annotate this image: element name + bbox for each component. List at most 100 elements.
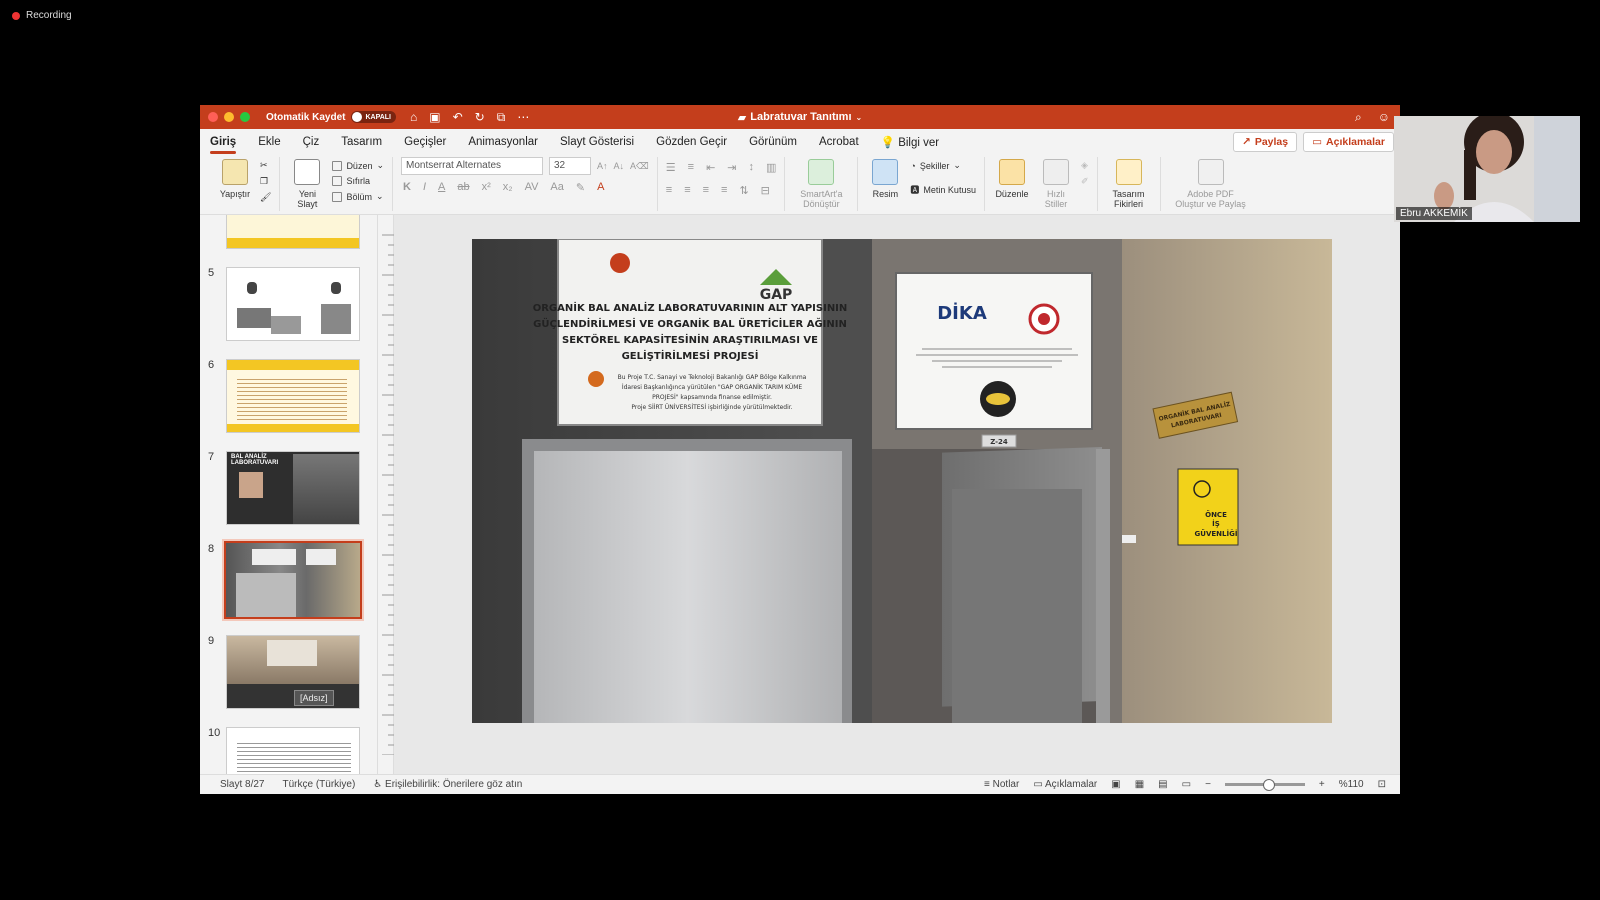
tab-ekle[interactable]: Ekle xyxy=(258,132,280,152)
font-color-icon[interactable]: A xyxy=(597,181,604,194)
new-slide-button[interactable]: Yeni Slayt xyxy=(288,157,326,209)
maximize-window-icon[interactable] xyxy=(240,112,250,122)
more-icon[interactable]: ⋯ xyxy=(517,110,529,125)
tab-acrobat[interactable]: Acrobat xyxy=(819,132,859,152)
tab-giris[interactable]: Giriş xyxy=(210,132,237,154)
slide-canvas[interactable]: ORGANİK BAL ANALİZ LABORATUVARININ ALT Y… xyxy=(394,215,1400,774)
cut-icon[interactable]: ✂ xyxy=(260,160,271,171)
tab-gozden-gecir[interactable]: Gözden Geçir xyxy=(656,132,727,152)
font-name-select[interactable]: Montserrat Alternates xyxy=(401,157,543,175)
zoom-out-icon[interactable]: − xyxy=(1205,779,1211,790)
sign-line-2: GÜÇLENDİRİLMESİ VE ORGANİK BAL ÜRETİCİLE… xyxy=(533,316,847,330)
redo-icon[interactable]: ↻ xyxy=(475,110,485,125)
status-right: ≡ Notlar ▭ Açıklamalar ▣ ▦ ▤ ▭ − + %110 … xyxy=(984,779,1386,791)
italic-icon[interactable]: I xyxy=(423,181,426,194)
increase-indent-icon[interactable]: ⇥ xyxy=(727,161,736,174)
quick-styles-button[interactable]: Hızlı Stiller xyxy=(1037,157,1075,209)
reading-view-icon[interactable]: ▤ xyxy=(1158,779,1167,790)
zoom-in-icon[interactable]: + xyxy=(1319,779,1325,790)
tab-ciz[interactable]: Çiz xyxy=(303,132,320,152)
shrink-font-icon[interactable]: A↓ xyxy=(614,161,625,171)
save-icon[interactable]: ▣ xyxy=(429,110,440,125)
tell-me[interactable]: 💡 Bilgi ver xyxy=(881,131,939,153)
align-text-icon[interactable]: ⊟ xyxy=(761,184,770,197)
zoom-slider[interactable] xyxy=(1224,779,1305,791)
tab-animasyonlar[interactable]: Animasyonlar xyxy=(468,132,538,152)
comments-button[interactable]: ▭ Açıklamalar xyxy=(1303,132,1394,152)
autosave-toggle[interactable]: KAPALI xyxy=(351,111,397,123)
reset-button[interactable]: Sıfırla xyxy=(332,176,384,186)
subscript-icon[interactable]: x₂ xyxy=(503,181,513,194)
layout-button[interactable]: Düzen ⌄ xyxy=(332,160,384,171)
slide-thumbnail-4[interactable] xyxy=(226,215,360,249)
slide-thumbnail-5[interactable] xyxy=(226,267,360,341)
shape-fill-icon[interactable]: ◈ xyxy=(1081,160,1089,171)
tab-tasarim[interactable]: Tasarım xyxy=(341,132,382,152)
tab-slayt-gosterisi[interactable]: Slayt Gösterisi xyxy=(560,132,634,152)
slide-thumbnail-10[interactable] xyxy=(226,727,360,774)
normal-view-icon[interactable]: ▣ xyxy=(1111,779,1120,790)
align-right-icon[interactable]: ≡ xyxy=(703,184,709,197)
undo-icon[interactable]: ↶ xyxy=(453,110,463,125)
align-left-icon[interactable]: ≡ xyxy=(666,184,672,197)
smartart-button[interactable]: SmartArt'a Dönüştür xyxy=(793,157,849,209)
slide-thumbnail-7[interactable]: BAL ANALİZ LABORATUVARI xyxy=(226,451,360,525)
copy-icon[interactable]: ❐ xyxy=(260,176,271,187)
document-title[interactable]: ▰ Labratuvar Tanıtımı ⌄ xyxy=(738,111,862,124)
share-button[interactable]: ↗ Paylaş xyxy=(1233,132,1298,152)
present-icon[interactable]: ⧉ xyxy=(497,110,506,125)
slide-thumbnail-9[interactable] xyxy=(226,635,360,709)
char-spacing-icon[interactable]: AV xyxy=(525,181,539,194)
decrease-indent-icon[interactable]: ⇤ xyxy=(706,161,715,174)
arrange-button[interactable]: Düzenle xyxy=(993,157,1031,199)
language-indicator[interactable]: Türkçe (Türkiye) xyxy=(282,779,355,790)
fit-to-window-icon[interactable]: ⊡ xyxy=(1378,779,1386,790)
slide-8[interactable]: ORGANİK BAL ANALİZ LABORATUVARININ ALT Y… xyxy=(472,239,1332,723)
change-case-icon[interactable]: Aa xyxy=(550,181,563,194)
design-ideas-button[interactable]: Tasarım Fikirleri xyxy=(1106,157,1152,209)
adobe-pdf-button[interactable]: Adobe PDF Oluştur ve Paylaş xyxy=(1169,157,1253,209)
notes-button[interactable]: ≡ Notlar xyxy=(984,779,1019,790)
tab-gecisler[interactable]: Geçişler xyxy=(404,132,446,152)
slide-sorter-icon[interactable]: ▦ xyxy=(1135,779,1144,790)
textbox-button[interactable]: 🅰 Metin Kutusu xyxy=(910,183,976,196)
status-bar: Slayt 8/27 Türkçe (Türkiye) ♿ Erişilebil… xyxy=(200,774,1400,794)
slide-thumbnails-pane[interactable]: 5 6 7 BAL ANALİZ LABORATUVARI 8 9 10 [Ad… xyxy=(200,215,378,774)
slides-small: Düzen ⌄ Sıfırla Bölüm ⌄ xyxy=(332,157,384,202)
minimize-window-icon[interactable] xyxy=(224,112,234,122)
shape-outline-icon[interactable]: ✐ xyxy=(1081,176,1089,187)
justify-icon[interactable]: ≡ xyxy=(721,184,727,197)
accessibility-status[interactable]: ♿ Erişilebilirlik: Önerilere göz atın xyxy=(373,779,522,790)
clear-format-icon[interactable]: A⌫ xyxy=(630,161,649,172)
search-icon[interactable]: ⌕ xyxy=(1355,110,1362,125)
picture-button[interactable]: Resim xyxy=(866,157,904,199)
slideshow-icon[interactable]: ▭ xyxy=(1182,779,1191,790)
columns-icon[interactable]: ▥ xyxy=(766,161,776,174)
align-center-icon[interactable]: ≡ xyxy=(684,184,690,197)
section-button[interactable]: Bölüm ⌄ xyxy=(332,191,384,202)
tab-gorunum[interactable]: Görünüm xyxy=(749,132,797,152)
text-direction-icon[interactable]: ⇅ xyxy=(739,184,748,197)
shapes-button[interactable]: ◔ Şekiller ⌄ xyxy=(910,160,976,171)
format-painter-icon[interactable]: 🖌 xyxy=(260,192,271,203)
strikethrough-icon[interactable]: ab xyxy=(457,181,469,194)
home-icon[interactable]: ⌂ xyxy=(410,110,417,125)
bullets-icon[interactable]: ☰ xyxy=(666,161,676,174)
status-comments-button[interactable]: ▭ Açıklamalar xyxy=(1033,779,1097,790)
line-spacing-icon[interactable]: ↕ xyxy=(749,161,755,174)
zoom-level[interactable]: %110 xyxy=(1339,779,1364,790)
highlight-icon[interactable]: ✎ xyxy=(576,181,585,194)
grow-font-icon[interactable]: A↑ xyxy=(597,161,608,171)
paste-button[interactable]: Yapıştır xyxy=(216,157,254,199)
numbering-icon[interactable]: ≡ xyxy=(688,161,694,174)
close-window-icon[interactable] xyxy=(208,112,218,122)
slide-thumbnail-6[interactable] xyxy=(226,359,360,433)
slide-thumbnail-8[interactable] xyxy=(222,539,364,621)
superscript-icon[interactable]: x² xyxy=(482,181,491,194)
chevron-down-icon: ⌄ xyxy=(855,112,863,122)
status-comments-label: Açıklamalar xyxy=(1045,779,1098,790)
font-size-select[interactable]: 32 xyxy=(549,157,591,175)
bold-icon[interactable]: K xyxy=(403,181,411,194)
smiley-icon[interactable]: ☺ xyxy=(1378,110,1390,125)
underline-icon[interactable]: A xyxy=(438,181,445,194)
